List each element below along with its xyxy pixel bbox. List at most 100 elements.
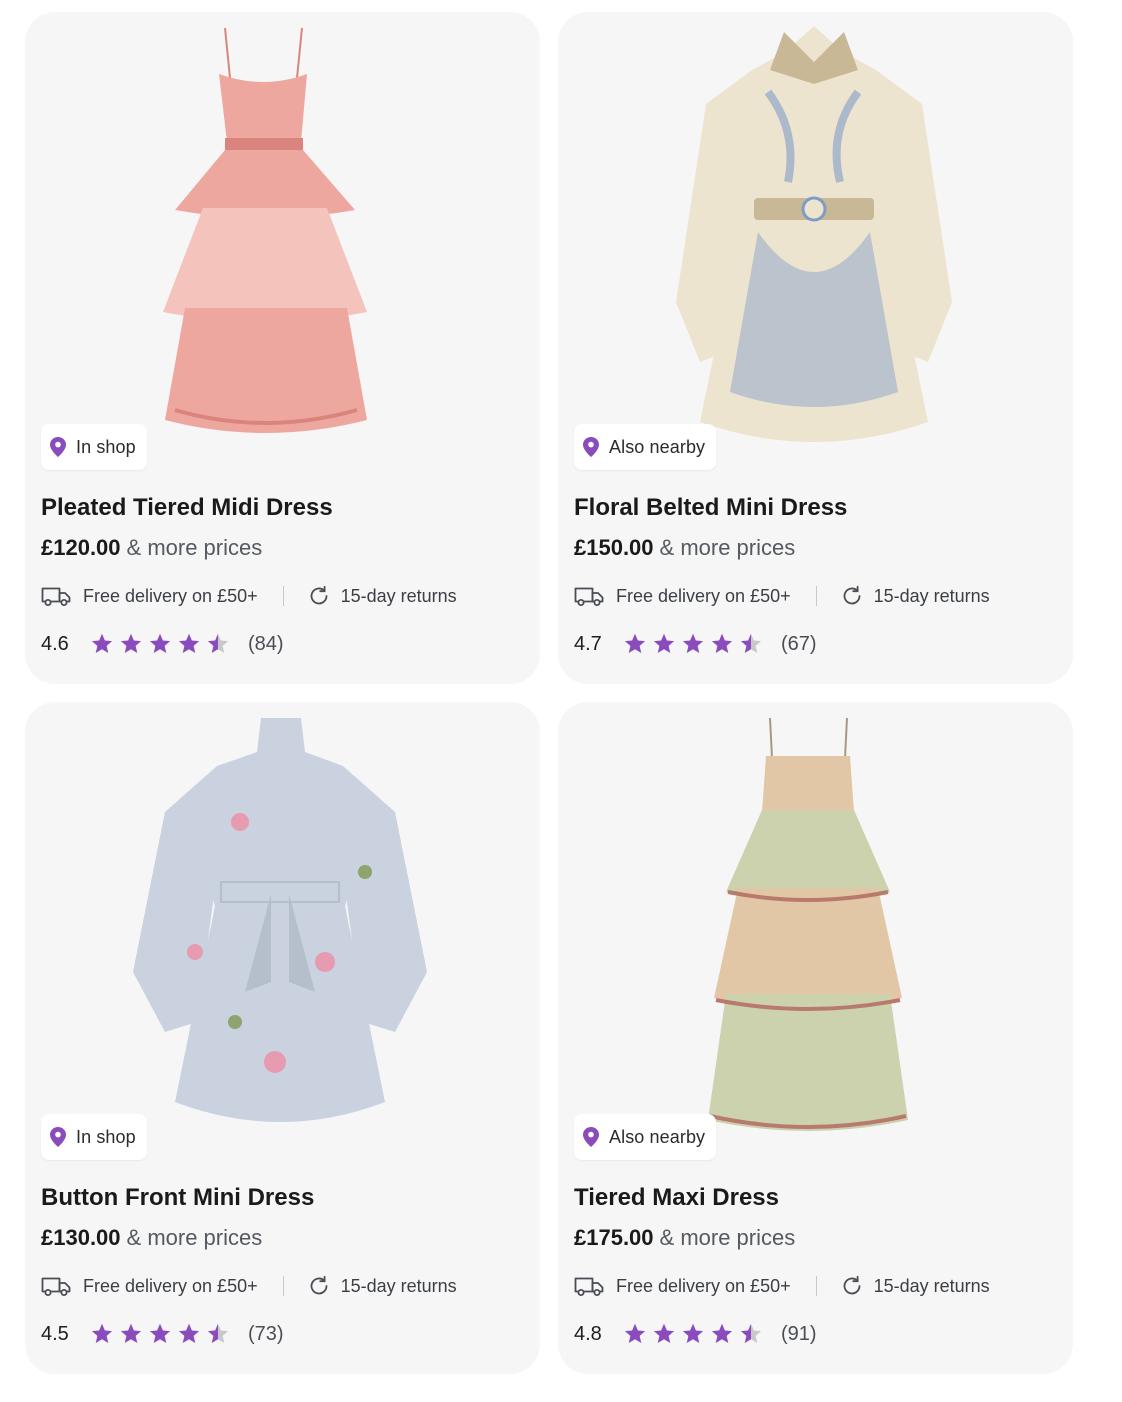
divider bbox=[815, 1276, 817, 1296]
free-delivery-text: Free delivery on £50+ bbox=[83, 585, 258, 606]
product-price: £130.00 bbox=[41, 1225, 121, 1250]
review-count[interactable]: (73) bbox=[248, 1323, 284, 1346]
free-delivery-text: Free delivery on £50+ bbox=[616, 1275, 791, 1296]
star-full-icon bbox=[149, 633, 171, 653]
more-prices-link[interactable]: & more prices bbox=[127, 1225, 263, 1250]
availability-badge-label: Also nearby bbox=[609, 436, 706, 457]
price-row: £130.00 & more prices bbox=[41, 1225, 262, 1251]
returns-icon bbox=[310, 1275, 328, 1295]
rating-score: 4.8 bbox=[574, 1322, 602, 1345]
more-prices-link[interactable]: & more prices bbox=[660, 535, 796, 560]
dress-photo-icon bbox=[163, 27, 367, 433]
product-image[interactable] bbox=[558, 702, 1073, 1162]
divider bbox=[815, 586, 817, 606]
price-row: £150.00 & more prices bbox=[574, 535, 795, 561]
rating-row: 4.7 (67) bbox=[574, 630, 817, 658]
product-card[interactable]: Also nearby Floral Belted Mini Dress £15… bbox=[558, 12, 1073, 684]
product-title[interactable]: Button Front Mini Dress bbox=[41, 1184, 314, 1212]
rating-score: 4.7 bbox=[574, 632, 602, 655]
free-delivery-text: Free delivery on £50+ bbox=[616, 585, 791, 606]
star-rating bbox=[623, 1322, 768, 1346]
more-prices-link[interactable]: & more prices bbox=[127, 535, 263, 560]
star-rating bbox=[90, 632, 235, 656]
returns-icon bbox=[310, 585, 328, 605]
star-full-icon bbox=[682, 633, 704, 653]
delivery-truck-icon bbox=[41, 1277, 71, 1296]
product-image[interactable] bbox=[25, 702, 540, 1162]
star-full-icon bbox=[711, 633, 733, 653]
review-count[interactable]: (67) bbox=[781, 633, 817, 656]
rating-row: 4.8 (91) bbox=[574, 1320, 817, 1348]
star-full-icon bbox=[711, 1323, 733, 1343]
returns-text: 15-day returns bbox=[340, 585, 457, 606]
rating-row: 4.5 (73) bbox=[41, 1320, 284, 1348]
free-delivery-text: Free delivery on £50+ bbox=[83, 1275, 258, 1296]
returns-icon bbox=[843, 1275, 861, 1295]
star-rating bbox=[90, 1322, 235, 1346]
price-row: £120.00 & more prices bbox=[41, 535, 262, 561]
star-full-icon bbox=[653, 1323, 675, 1343]
star-full-icon bbox=[120, 1323, 142, 1343]
price-row: £175.00 & more prices bbox=[574, 1225, 795, 1251]
rating-score: 4.5 bbox=[41, 1322, 69, 1345]
location-pin-icon bbox=[50, 437, 66, 457]
more-prices-link[interactable]: & more prices bbox=[660, 1225, 796, 1250]
review-count[interactable]: (91) bbox=[781, 1323, 817, 1346]
delivery-truck-icon bbox=[41, 587, 71, 606]
returns-icon bbox=[843, 585, 861, 605]
star-full-icon bbox=[91, 633, 113, 653]
star-full-icon bbox=[653, 633, 675, 653]
product-card[interactable]: In shop Pleated Tiered Midi Dress £120.0… bbox=[25, 12, 540, 684]
product-card[interactable]: Also nearby Tiered Maxi Dress £175.00 & m… bbox=[558, 702, 1073, 1374]
star-full-icon bbox=[91, 1323, 113, 1343]
product-card[interactable]: In shop Button Front Mini Dress £130.00 &… bbox=[25, 702, 540, 1374]
star-full-icon bbox=[120, 633, 142, 653]
star-half-icon bbox=[207, 1323, 229, 1343]
divider bbox=[282, 1276, 284, 1296]
location-pin-icon bbox=[50, 1127, 66, 1147]
product-price: £150.00 bbox=[574, 535, 654, 560]
star-full-icon bbox=[624, 1323, 646, 1343]
dress-photo-icon bbox=[133, 718, 427, 1122]
availability-badge-label: Also nearby bbox=[609, 1126, 706, 1147]
star-full-icon bbox=[178, 1323, 200, 1343]
availability-badge-label: In shop bbox=[76, 436, 136, 457]
product-grid: In shop Pleated Tiered Midi Dress £120.0… bbox=[0, 0, 1122, 1402]
product-title[interactable]: Tiered Maxi Dress bbox=[574, 1184, 779, 1212]
dress-photo-icon bbox=[676, 26, 952, 442]
location-pin-icon bbox=[583, 437, 599, 457]
product-title[interactable]: Floral Belted Mini Dress bbox=[574, 494, 847, 522]
location-pin-icon bbox=[583, 1127, 599, 1147]
shipping-info: Free delivery on £50+ 15-day returns bbox=[41, 1272, 457, 1300]
star-full-icon bbox=[682, 1323, 704, 1343]
rating-score: 4.6 bbox=[41, 632, 69, 655]
rating-row: 4.6 (84) bbox=[41, 630, 284, 658]
product-price: £120.00 bbox=[41, 535, 121, 560]
returns-text: 15-day returns bbox=[340, 1275, 457, 1296]
star-half-icon bbox=[740, 633, 762, 653]
availability-badge: In shop bbox=[41, 424, 147, 470]
star-full-icon bbox=[624, 633, 646, 653]
dress-photo-icon bbox=[708, 717, 908, 1131]
product-image[interactable] bbox=[558, 12, 1073, 472]
returns-text: 15-day returns bbox=[873, 1275, 990, 1296]
product-price: £175.00 bbox=[574, 1225, 654, 1250]
shipping-info: Free delivery on £50+ 15-day returns bbox=[574, 1272, 990, 1300]
shipping-info: Free delivery on £50+ 15-day returns bbox=[574, 582, 990, 610]
delivery-truck-icon bbox=[574, 587, 604, 606]
availability-badge: Also nearby bbox=[574, 424, 717, 470]
star-half-icon bbox=[740, 1323, 762, 1343]
star-half-icon bbox=[207, 633, 229, 653]
availability-badge-label: In shop bbox=[76, 1126, 136, 1147]
delivery-truck-icon bbox=[574, 1277, 604, 1296]
returns-text: 15-day returns bbox=[873, 585, 990, 606]
product-image[interactable] bbox=[25, 12, 540, 472]
divider bbox=[282, 586, 284, 606]
review-count[interactable]: (84) bbox=[248, 633, 284, 656]
availability-badge: Also nearby bbox=[574, 1114, 717, 1160]
star-full-icon bbox=[149, 1323, 171, 1343]
star-full-icon bbox=[178, 633, 200, 653]
shipping-info: Free delivery on £50+ 15-day returns bbox=[41, 582, 457, 610]
availability-badge: In shop bbox=[41, 1114, 147, 1160]
product-title[interactable]: Pleated Tiered Midi Dress bbox=[41, 494, 333, 522]
